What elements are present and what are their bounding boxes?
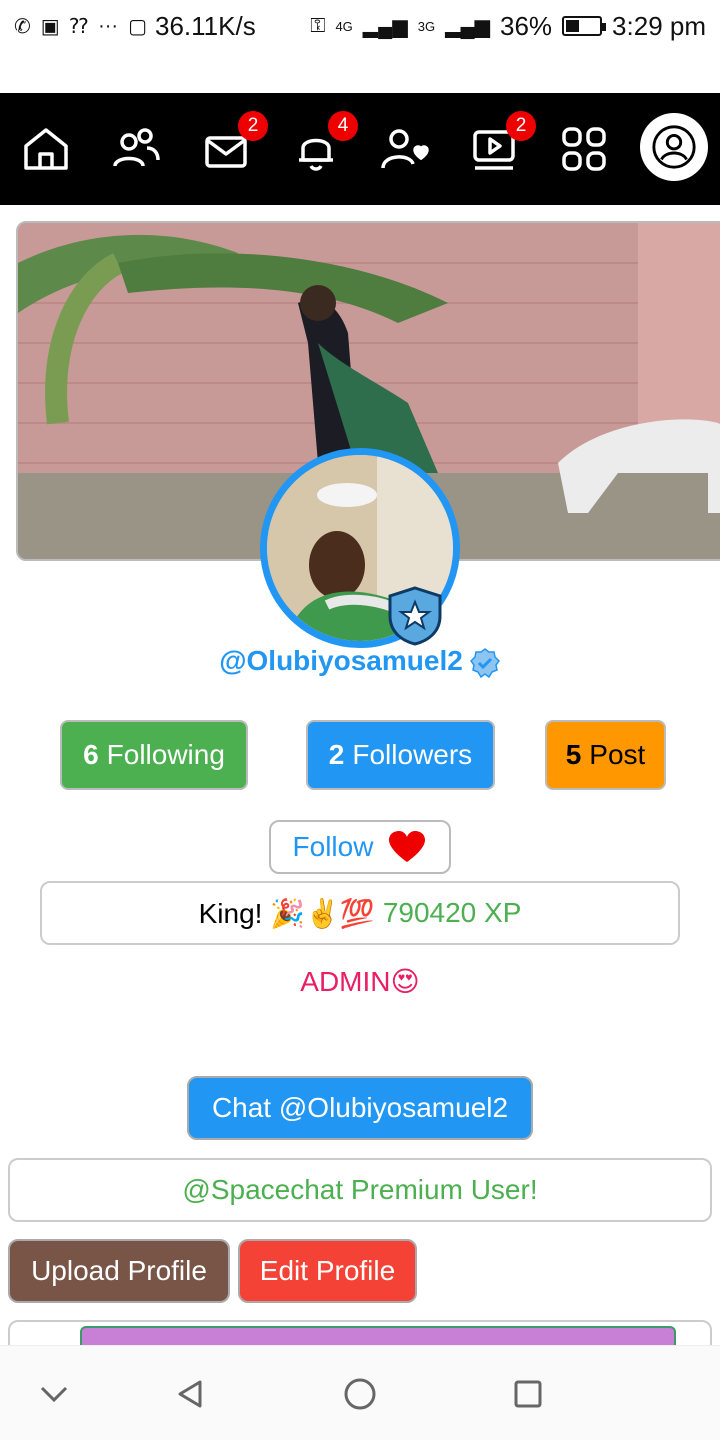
posts-button[interactable]: 5 Post xyxy=(545,720,666,790)
upload-profile-button[interactable]: Upload Profile xyxy=(8,1239,230,1303)
xp-points: 790420 XP xyxy=(382,897,522,928)
following-button[interactable]: 6 Following xyxy=(60,720,248,790)
top-nav-bar: 2 4 2 xyxy=(0,93,720,205)
chat-button[interactable]: Chat @Olubiyosamuel2 xyxy=(187,1076,533,1140)
posts-label: Post xyxy=(589,739,646,770)
clock: 3:29 pm xyxy=(612,10,706,41)
follow-label: Follow xyxy=(292,831,374,862)
messages-badge: 2 xyxy=(238,111,268,141)
sim-icon: ▢ xyxy=(128,15,147,38)
profile-username: @Olubiyosamuel2 xyxy=(0,645,720,679)
followers-count: 2 xyxy=(328,739,345,770)
vpn-key-icon: ⚿ xyxy=(310,14,326,37)
notifications-badge: 4 xyxy=(328,111,358,141)
followers-label: Followers xyxy=(352,739,473,770)
bio-box: King! 🎉✌️💯 790420 XP xyxy=(40,881,680,945)
videos-badge: 2 xyxy=(506,111,536,141)
bio-text: King! 🎉✌️💯 xyxy=(198,897,375,929)
image-icon: ▣ xyxy=(40,15,60,38)
status-bar: ✆ ▣ ⁇ ··· ▢ 36.11K/s ⚿ 4G ▂▄▆ 3G ▂▄▆ 36%… xyxy=(0,0,720,52)
follow-button[interactable]: Follow xyxy=(269,820,451,874)
signal-unknown-icon: ⁇ xyxy=(69,15,89,38)
followers-button[interactable]: 2 Followers xyxy=(306,720,495,790)
chevron-down-icon[interactable] xyxy=(36,1376,72,1412)
videos-nav[interactable]: 2 xyxy=(454,93,536,205)
username-text: @Olubiyosamuel2 xyxy=(219,645,463,676)
friends-nav[interactable] xyxy=(96,93,176,205)
users-icon xyxy=(113,128,160,167)
signal-icon: ▂▄▆ xyxy=(362,15,408,38)
followers-nav[interactable] xyxy=(364,93,444,205)
more-notifications-icon: ··· xyxy=(98,14,119,37)
battery-icon xyxy=(562,16,607,36)
user-avatar-icon xyxy=(652,125,696,169)
premium-status: @Spacechat Premium User! xyxy=(8,1158,712,1222)
home-circle-icon[interactable] xyxy=(342,1376,378,1412)
whatsapp-icon: ✆ xyxy=(14,15,31,38)
apps-nav[interactable] xyxy=(544,93,624,205)
system-nav-bar xyxy=(0,1345,720,1440)
signal-icon-2: ▂▄▆ xyxy=(445,15,490,38)
home-icon xyxy=(24,128,68,170)
following-label: Following xyxy=(106,739,225,770)
network-type-1: 4G xyxy=(335,18,353,34)
messages-nav[interactable]: 2 xyxy=(186,93,268,205)
heart-icon xyxy=(389,831,426,862)
edit-profile-button[interactable]: Edit Profile xyxy=(238,1239,417,1303)
account-button[interactable] xyxy=(640,113,708,181)
back-icon[interactable] xyxy=(172,1376,208,1412)
following-count: 6 xyxy=(83,739,99,770)
notifications-nav[interactable]: 4 xyxy=(276,93,358,205)
shield-badge-icon xyxy=(388,586,442,646)
user-heart-icon xyxy=(381,129,429,169)
user-role: ADMIN😍 xyxy=(300,966,420,997)
grid-icon xyxy=(562,127,606,171)
posts-count: 5 xyxy=(565,739,582,770)
network-type-2: 3G xyxy=(417,18,436,34)
recents-icon[interactable] xyxy=(510,1376,546,1412)
verified-icon xyxy=(469,647,500,678)
network-speed: 36.11K/s xyxy=(155,10,256,41)
home-nav[interactable] xyxy=(6,93,86,205)
battery-percent: 36% xyxy=(500,10,553,41)
